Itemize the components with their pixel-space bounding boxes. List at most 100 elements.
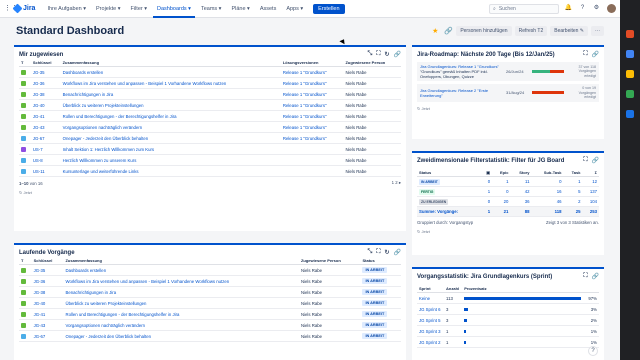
issue-key[interactable]: JG-43 bbox=[31, 319, 64, 331]
table-row[interactable]: US-11 Kursunterlage und weiterführende Li… bbox=[19, 165, 401, 177]
sprint-count[interactable]: 1 bbox=[444, 336, 463, 348]
minimize-icon[interactable]: ⤡ bbox=[367, 249, 372, 256]
sprint-count[interactable]: 3 bbox=[444, 314, 463, 326]
extension-icon[interactable] bbox=[626, 90, 634, 98]
fix-version[interactable]: Release 1 "Grundkurs" bbox=[280, 88, 344, 100]
count-cell[interactable]: 1 bbox=[480, 186, 493, 197]
issue-key[interactable]: JG-67 bbox=[30, 132, 61, 144]
fullscreen-icon[interactable]: ⛶ bbox=[583, 51, 587, 58]
issue-key[interactable]: JG-35 bbox=[30, 66, 61, 78]
issue-summary[interactable]: Herzlich Willkommen zu unserem Kurs bbox=[60, 154, 281, 166]
count-cell[interactable]: 1 bbox=[492, 176, 511, 187]
sum-cell[interactable]: 25 bbox=[563, 206, 583, 217]
issue-summary[interactable]: Benachrichtigungen in Jira bbox=[60, 88, 281, 100]
count-cell[interactable]: 46 bbox=[531, 196, 564, 207]
nav-apps[interactable]: Apps ▾ bbox=[282, 0, 307, 18]
count-cell[interactable]: 5 bbox=[563, 186, 583, 197]
column-header[interactable]: Anzahl bbox=[444, 285, 463, 293]
sum-cell[interactable]: 88 bbox=[510, 206, 532, 217]
column-header[interactable]: Prozentsatz bbox=[462, 285, 599, 293]
issue-key[interactable]: US-8 bbox=[30, 154, 61, 166]
nav-dashboards[interactable]: Dashboards ▾ bbox=[153, 0, 195, 18]
roadmap-release-link[interactable]: Jira Grundlagenkurs: Release 2 "Erste Er… bbox=[420, 88, 502, 98]
nav-plans[interactable]: Pläne ▾ bbox=[227, 0, 253, 18]
count-cell[interactable]: 0 bbox=[492, 186, 511, 197]
refresh-icon[interactable]: ↻ bbox=[384, 51, 389, 58]
help-float-button[interactable]: ? bbox=[588, 346, 598, 356]
table-row[interactable]: JG-67 Onepager - Jederzeit den Überblick … bbox=[19, 330, 401, 342]
column-header[interactable]: Schlüssel bbox=[30, 59, 61, 67]
settings-icon[interactable]: ⚙ bbox=[592, 4, 601, 13]
nav-teams[interactable]: Teams ▾ bbox=[197, 0, 226, 18]
fullscreen-icon[interactable]: ⛶ bbox=[583, 273, 587, 280]
status-lozenge[interactable]: IN ARBEIT bbox=[419, 178, 440, 185]
column-header[interactable]: Zusammenfassung bbox=[63, 257, 299, 265]
sum-cell[interactable]: 1 bbox=[480, 206, 493, 217]
table-row[interactable]: JG-35 Dashboards erstellen Release 1 "Grun… bbox=[19, 66, 401, 78]
issue-key[interactable]: US-7 bbox=[30, 143, 61, 155]
count-cell[interactable]: 36 bbox=[510, 196, 532, 207]
table-row[interactable]: JG-43 Vorgangsoptionen nachträglich verän… bbox=[19, 319, 401, 331]
fullscreen-icon[interactable]: ⛶ bbox=[376, 249, 380, 256]
column-header[interactable]: Lösungsversionen bbox=[280, 59, 344, 67]
sprint-count[interactable]: 1 bbox=[444, 325, 463, 337]
count-cell[interactable]: 16 bbox=[531, 186, 564, 197]
roadmap-item[interactable]: Jira Grundlagenkurs: Release 2 "Erste Er… bbox=[417, 84, 599, 102]
issue-summary[interactable]: Onepager - Jederzeit den Überblick behal… bbox=[63, 330, 299, 342]
notifications-icon[interactable]: 🔔 bbox=[564, 4, 573, 13]
fix-version[interactable] bbox=[280, 154, 344, 166]
create-button[interactable]: Erstellen bbox=[313, 3, 345, 14]
sprint-name[interactable]: JG Sprint 5 bbox=[417, 314, 445, 326]
refresh-button[interactable]: Refresh T2 bbox=[514, 26, 548, 36]
column-header[interactable]: Story bbox=[510, 169, 532, 177]
status-lozenge[interactable]: ZU ERLEDIGEN bbox=[419, 198, 449, 205]
column-header[interactable]: ▣ bbox=[480, 169, 493, 177]
count-cell[interactable]: 0 bbox=[480, 196, 493, 207]
table-row[interactable]: JG-43 Vorgangsoptionen nachträglich verän… bbox=[19, 121, 401, 133]
issue-summary[interactable]: Dashboards erstellen bbox=[63, 264, 299, 276]
link-icon[interactable]: 🔗 bbox=[394, 249, 401, 256]
column-header[interactable]: Zugewiesene Person bbox=[298, 257, 361, 265]
issue-key[interactable]: US-11 bbox=[30, 165, 61, 177]
nav-projects[interactable]: Projekte ▾ bbox=[92, 0, 124, 18]
sprint-count[interactable]: 3 bbox=[444, 303, 463, 315]
issue-key[interactable]: JG-36 bbox=[30, 77, 61, 89]
count-cell[interactable]: 20 bbox=[492, 196, 511, 207]
issue-key[interactable]: JG-67 bbox=[31, 330, 64, 342]
refresh-icon[interactable]: ↻ bbox=[384, 249, 389, 256]
fix-version[interactable] bbox=[280, 165, 344, 177]
fix-version[interactable] bbox=[280, 143, 344, 155]
extension-icon[interactable] bbox=[626, 70, 634, 78]
count-cell[interactable]: 1 bbox=[563, 176, 583, 187]
fullscreen-icon[interactable]: ⛶ bbox=[583, 157, 587, 164]
nav-assets[interactable]: Assets bbox=[256, 0, 281, 18]
extension-icon[interactable] bbox=[626, 110, 634, 118]
column-header[interactable]: Task bbox=[563, 169, 583, 177]
table-row[interactable]: JG-38 Benachrichtigungen in Jira Release 1… bbox=[19, 88, 401, 100]
issue-key[interactable]: JG-41 bbox=[31, 308, 64, 320]
column-header[interactable]: Sub-Task bbox=[531, 169, 564, 177]
column-header[interactable]: Status bbox=[417, 169, 481, 177]
issue-summary[interactable]: Überblick zu weiteren Projekteinstellung… bbox=[63, 297, 299, 309]
issue-summary[interactable]: Vorgangsoptionen nachträglich verändern bbox=[63, 319, 299, 331]
issue-key[interactable]: JG-43 bbox=[30, 121, 61, 133]
column-header[interactable]: Schlüssel bbox=[31, 257, 64, 265]
fix-version[interactable]: Release 1 "Grundkurs" bbox=[280, 121, 344, 133]
nav-your-work[interactable]: Ihre Aufgaben ▾ bbox=[43, 0, 90, 18]
app-switcher-icon[interactable]: ⋮⋮ bbox=[4, 5, 18, 13]
fix-version[interactable]: Release 1 "Grundkurs" bbox=[280, 99, 344, 111]
count-cell[interactable]: 42 bbox=[510, 186, 532, 197]
sum-cell[interactable]: 253 bbox=[582, 206, 599, 217]
more-actions-button[interactable]: ··· bbox=[591, 26, 604, 36]
extension-icon[interactable] bbox=[626, 50, 634, 58]
count-cell[interactable]: 104 bbox=[582, 196, 599, 207]
link-icon[interactable]: 🔗 bbox=[592, 273, 599, 280]
issue-summary[interactable]: Rollen und Berechtigungen - der Berechti… bbox=[63, 308, 299, 320]
sprint-name[interactable]: JG Sprint 6 bbox=[417, 303, 445, 315]
minimize-icon[interactable]: ⤡ bbox=[367, 51, 372, 58]
help-icon[interactable]: ? bbox=[578, 4, 587, 13]
count-cell[interactable]: 0 bbox=[531, 176, 564, 187]
count-cell[interactable]: 2 bbox=[563, 196, 583, 207]
column-header[interactable]: Zusammenfassung bbox=[60, 59, 281, 67]
table-row[interactable]: JG-36 Workflows im Jira verstehen und anp… bbox=[19, 77, 401, 89]
